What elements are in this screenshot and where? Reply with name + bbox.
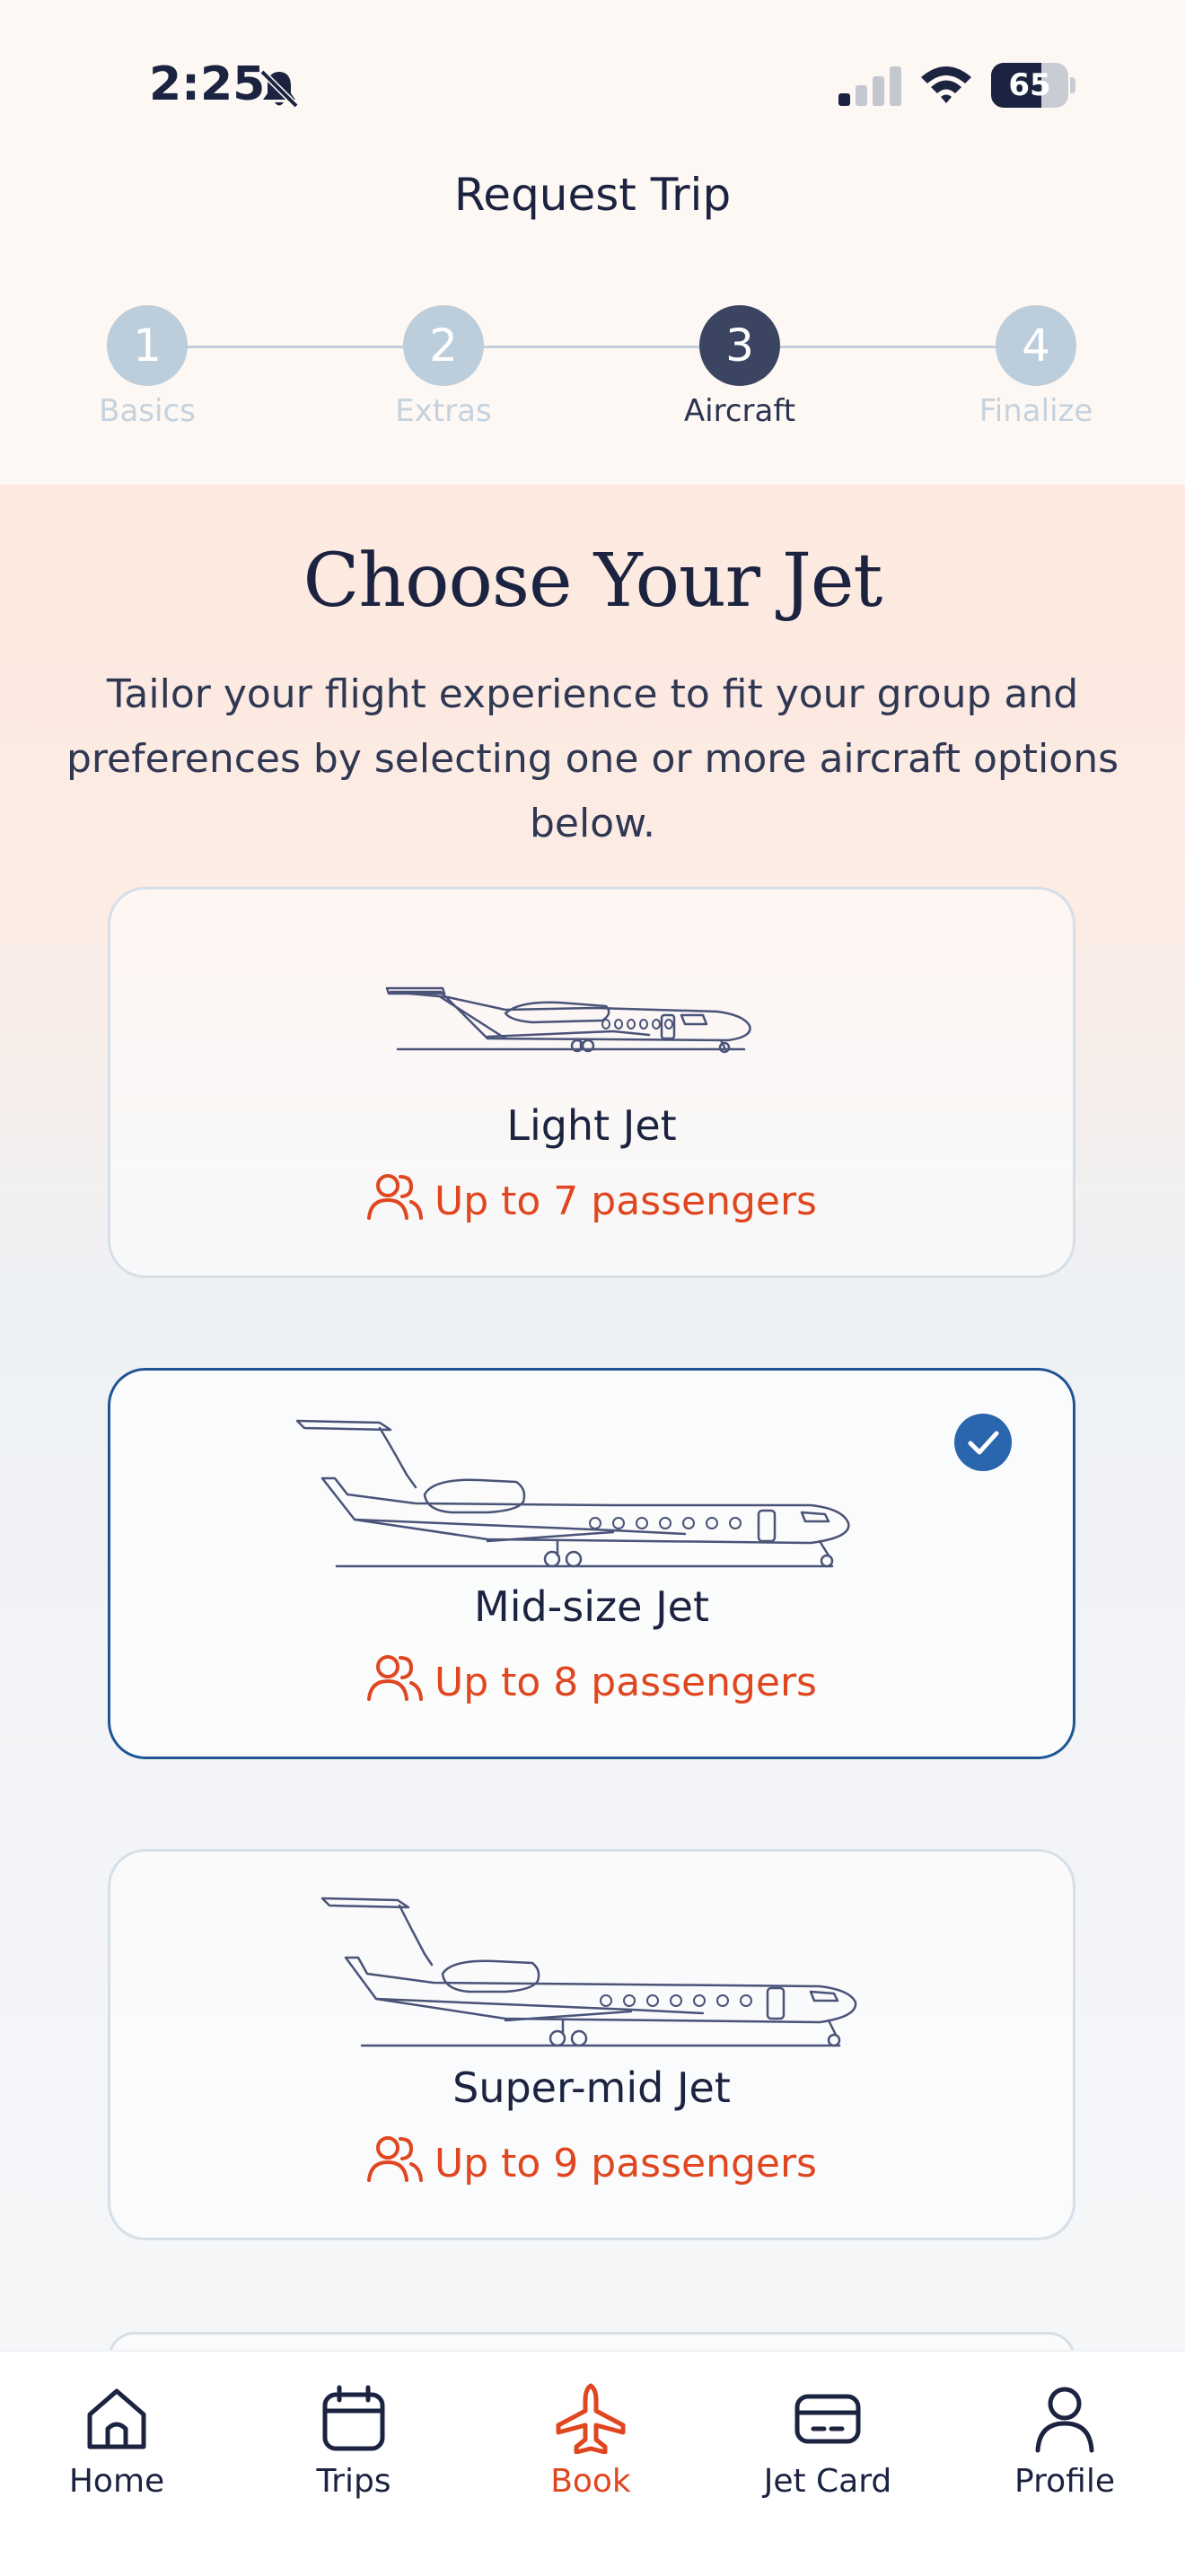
home-icon	[87, 2388, 146, 2449]
jet-capacity: Up to 8 passengers	[110, 1652, 1073, 1705]
step-number: 2	[403, 305, 484, 386]
nav-profile[interactable]: Profile	[975, 2370, 1154, 2500]
jet-card-light[interactable]: Light Jet Up to 7 passengers	[108, 887, 1075, 1278]
jet-capacity-text: Up to 8 passengers	[434, 1660, 817, 1705]
nav-home[interactable]: Home	[27, 2370, 206, 2500]
step-label: Finalize	[979, 393, 1093, 429]
jet-capacity: Up to 7 passengers	[110, 1171, 1073, 1224]
signal-icon	[838, 66, 901, 106]
users-icon	[367, 1174, 423, 1220]
step-number: 1	[107, 305, 188, 386]
nav-trips[interactable]: Trips	[264, 2370, 443, 2500]
jet-capacity-text: Up to 7 passengers	[434, 1178, 817, 1224]
step-basics[interactable]: 1 Basics	[57, 305, 237, 429]
users-icon	[367, 1655, 423, 1701]
step-finalize[interactable]: 4 Finalize	[946, 305, 1126, 429]
progress-stepper: 1 Basics 2 Extras 3 Aircraft 4 Finalize	[0, 305, 1185, 440]
wifi-icon	[921, 66, 971, 103]
card-icon	[794, 2394, 861, 2444]
midsize-jet-icon	[295, 1419, 850, 1568]
bell-muted-icon	[259, 69, 299, 109]
jet-name: Light Jet	[506, 1101, 677, 1150]
status-time: 2:25	[149, 57, 266, 111]
supermid-jet-icon	[320, 1897, 857, 2047]
step-number: 4	[996, 305, 1076, 386]
step-label: Aircraft	[683, 393, 796, 429]
section-subtitle: Tailor your flight experience to fit you…	[66, 671, 1119, 846]
nav-jet-card[interactable]: Jet Card	[738, 2370, 917, 2500]
nav-label: Jet Card	[763, 2463, 892, 2500]
users-icon	[367, 2136, 423, 2182]
light-jet-icon	[385, 986, 751, 1054]
jet-capacity: Up to 9 passengers	[110, 2134, 1073, 2186]
header: 2:25 65 Request Trip 1 Basics 2 Extras 3	[0, 0, 1185, 485]
jet-capacity-text: Up to 9 passengers	[434, 2141, 817, 2186]
battery-indicator: 65	[991, 63, 1075, 108]
person-icon	[1035, 2387, 1094, 2453]
page-title: Request Trip	[453, 169, 732, 221]
nav-label: Trips	[316, 2463, 391, 2500]
bottom-nav: Home Trips Book Jet Card Profile	[0, 2350, 1185, 2576]
airplane-icon	[556, 2383, 626, 2454]
stepper-track	[147, 346, 1036, 348]
nav-label: Book	[550, 2463, 631, 2500]
calendar-icon	[322, 2385, 385, 2451]
nav-label: Home	[68, 2463, 165, 2500]
nav-label: Profile	[1014, 2463, 1115, 2500]
step-number: 3	[699, 305, 780, 386]
step-label: Extras	[395, 393, 492, 429]
jet-name: Mid-size Jet	[474, 1582, 709, 1631]
battery-percent: 65	[1008, 67, 1051, 103]
section-title: Choose Your Jet	[303, 539, 883, 624]
step-extras[interactable]: 2 Extras	[354, 305, 533, 429]
jet-card-supermid[interactable]: Super-mid Jet Up to 9 passengers	[108, 1849, 1075, 2240]
step-label: Basics	[99, 393, 196, 429]
jet-card-midsize[interactable]: Mid-size Jet Up to 8 passengers	[108, 1368, 1075, 1759]
nav-book[interactable]: Book	[501, 2370, 680, 2500]
jet-name: Super-mid Jet	[452, 2063, 731, 2112]
step-aircraft[interactable]: 3 Aircraft	[650, 305, 830, 429]
